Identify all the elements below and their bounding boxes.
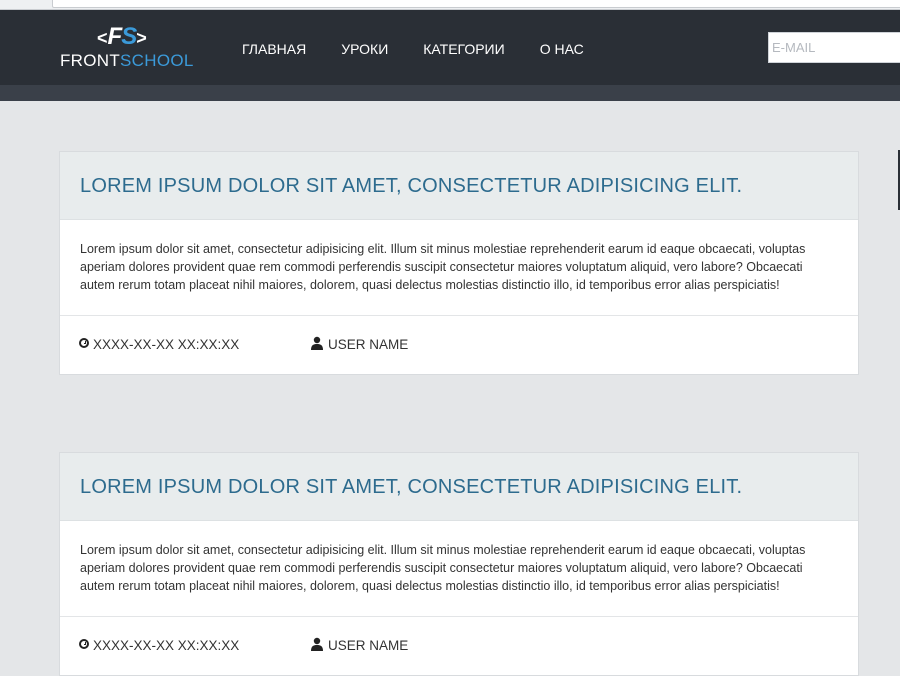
nav-item-home[interactable]: ГЛАВНАЯ: [242, 40, 306, 60]
header-band: [0, 85, 900, 101]
post-card: LOREM IPSUM DOLOR SIT AMET, CONSECTETUR …: [59, 151, 859, 375]
post-header: LOREM IPSUM DOLOR SIT AMET, CONSECTETUR …: [60, 453, 858, 521]
post-author[interactable]: USER NAME: [310, 336, 408, 354]
main-nav: ГЛАВНАЯ УРОКИ КАТЕГОРИИ О НАС: [242, 40, 619, 60]
post-title[interactable]: LOREM IPSUM DOLOR SIT AMET, CONSECTETUR …: [80, 152, 838, 220]
post-date-text: XXXX-XX-XX XX:XX:XX: [93, 337, 240, 352]
post-meta: XXXX-XX-XX XX:XX:XX USER NAME: [60, 316, 858, 374]
logo-text: FRONTSCHOOL: [60, 51, 194, 70]
address-bar[interactable]: [52, 0, 900, 8]
post-author-name: USER NAME: [328, 337, 409, 352]
email-field[interactable]: [768, 32, 900, 63]
nav-item-lessons[interactable]: УРОКИ: [341, 40, 388, 60]
logo-mark: <FS>: [97, 23, 147, 50]
post-card: LOREM IPSUM DOLOR SIT AMET, CONSECTETUR …: [59, 452, 859, 676]
post-author[interactable]: USER NAME: [310, 637, 408, 655]
post-date: XXXX-XX-XX XX:XX:XX: [79, 637, 239, 655]
post-date: XXXX-XX-XX XX:XX:XX: [79, 336, 239, 354]
nav-item-categories[interactable]: КАТЕГОРИИ: [423, 40, 504, 60]
post-body: Lorem ipsum dolor sit amet, consectetur …: [60, 521, 858, 617]
browser-address-strip: [0, 0, 900, 10]
site-logo[interactable]: <FS> FRONTSCHOOL: [60, 23, 193, 74]
post-body: Lorem ipsum dolor sit amet, consectetur …: [60, 220, 858, 316]
user-icon: [310, 637, 324, 652]
post-author-name: USER NAME: [328, 638, 409, 653]
post-header: LOREM IPSUM DOLOR SIT AMET, CONSECTETUR …: [60, 152, 858, 220]
clock-icon: [79, 639, 89, 650]
post-meta: XXXX-XX-XX XX:XX:XX USER NAME: [60, 617, 858, 675]
post-title[interactable]: LOREM IPSUM DOLOR SIT AMET, CONSECTETUR …: [80, 453, 838, 521]
post-date-text: XXXX-XX-XX XX:XX:XX: [93, 638, 240, 653]
clock-icon: [79, 338, 89, 349]
site-header: <FS> FRONTSCHOOL ГЛАВНАЯ УРОКИ КАТЕГОРИИ…: [0, 10, 900, 85]
nav-item-about[interactable]: О НАС: [540, 40, 584, 60]
user-icon: [310, 336, 324, 351]
